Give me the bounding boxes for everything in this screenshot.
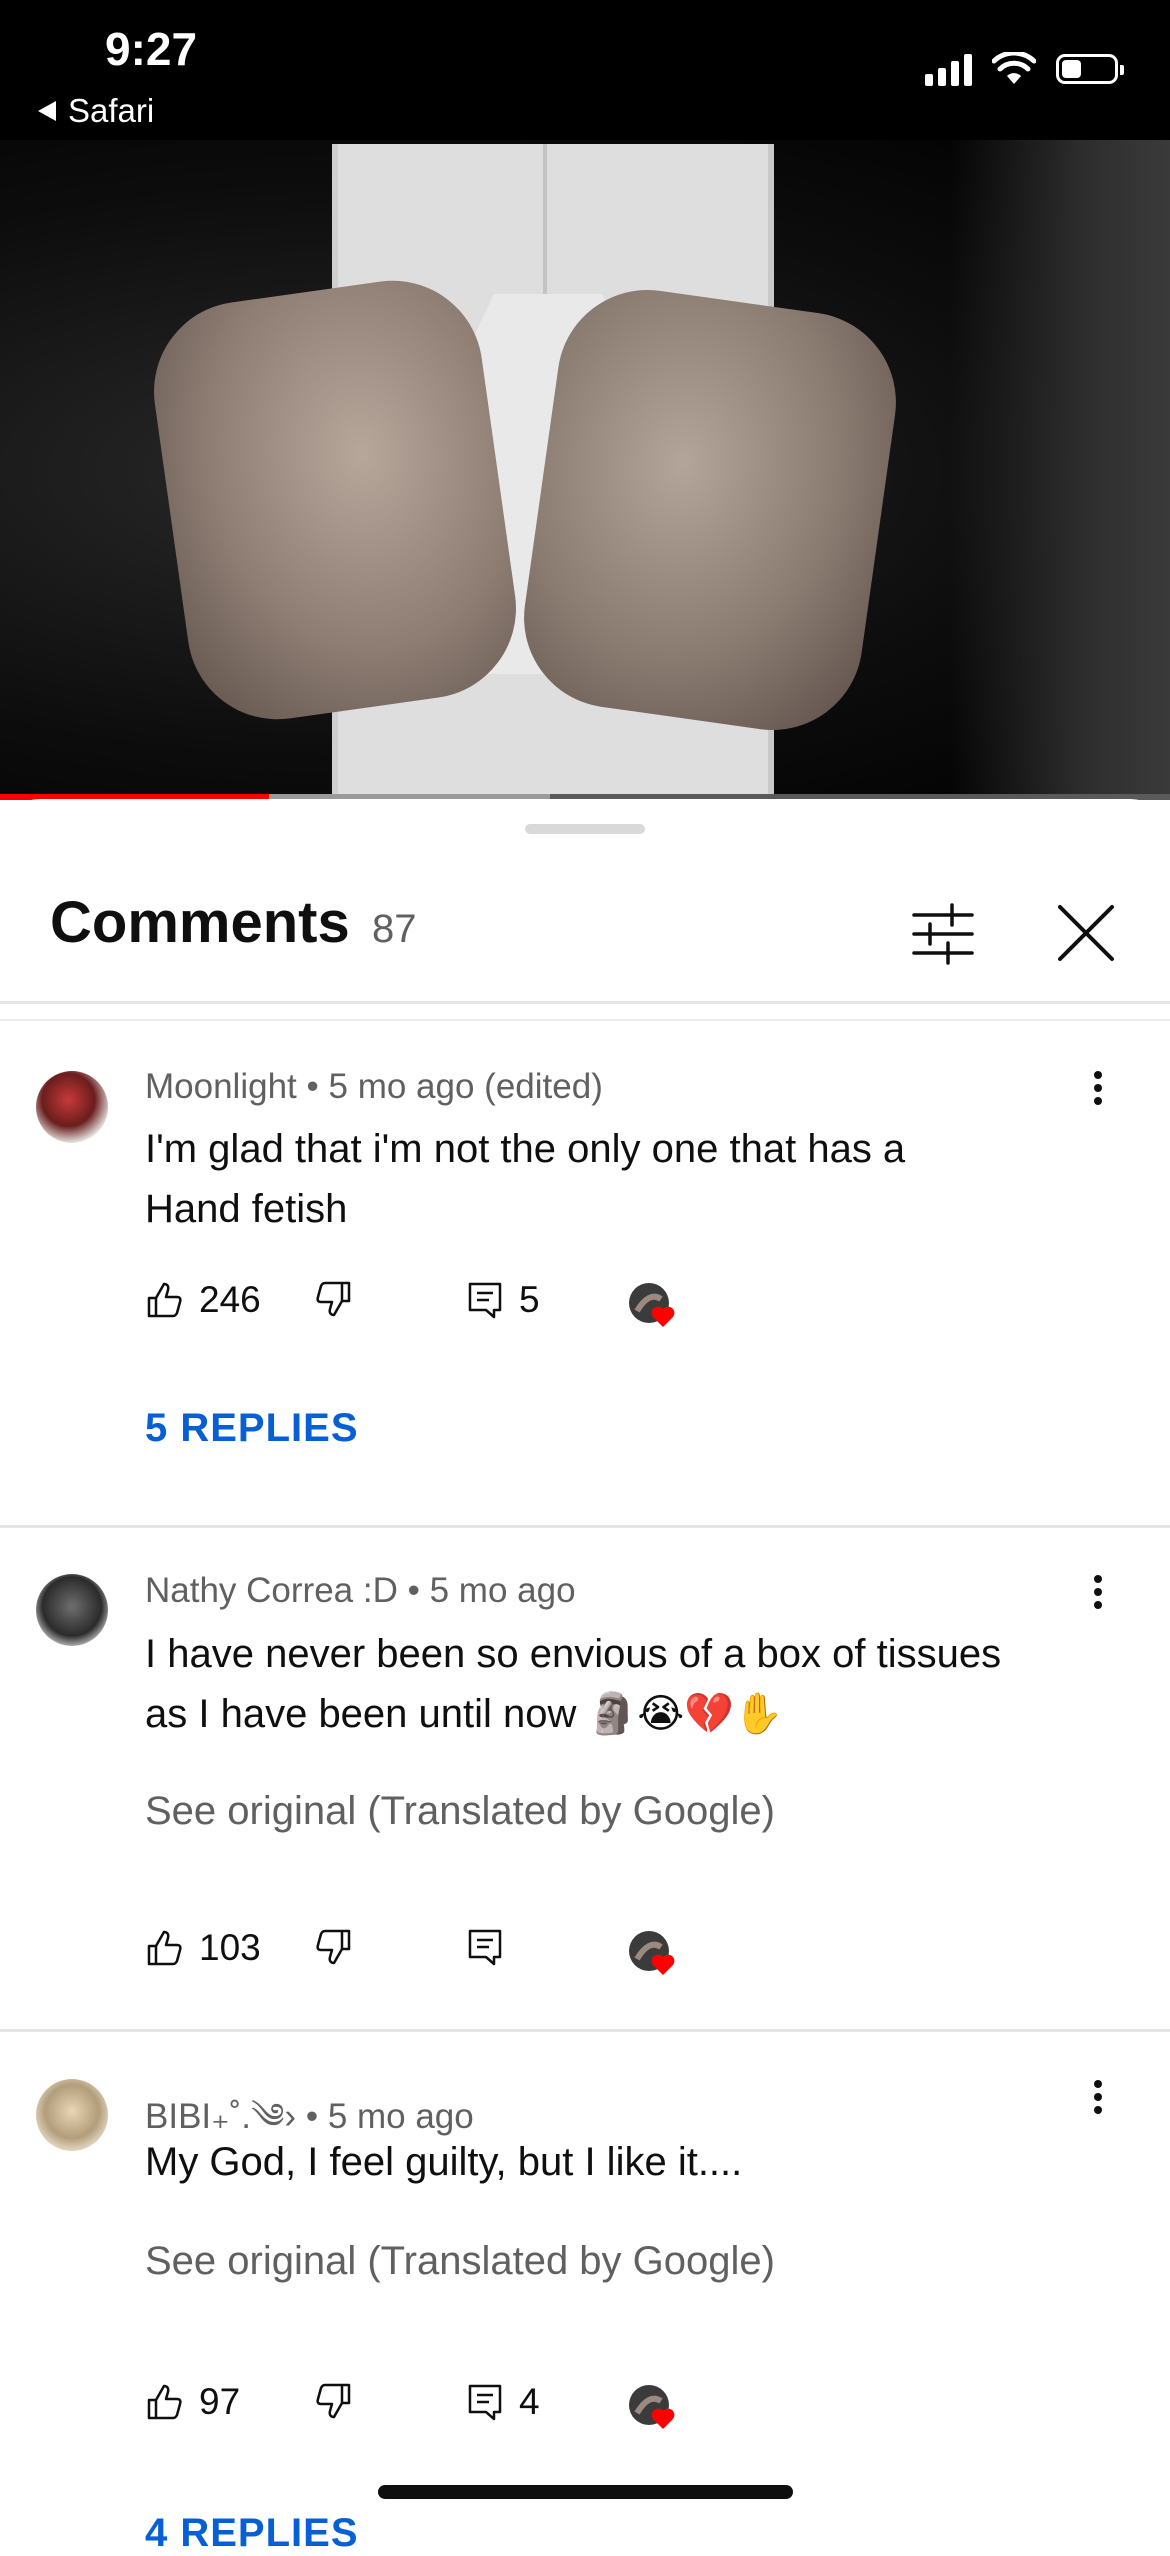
- reply-button[interactable]: 4: [465, 2381, 540, 2423]
- comment-text-line: I'm glad that i'm not the only one that …: [145, 1127, 906, 1171]
- view-replies-button[interactable]: 4 REPLIES: [145, 2511, 359, 2556]
- heart-icon: [629, 1283, 675, 1327]
- close-icon: [1058, 905, 1114, 961]
- comment-icon: [468, 2384, 502, 2421]
- like-count: 103: [199, 1927, 261, 1968]
- video-area: 9:27 Safari: [0, 0, 1170, 800]
- header-divider-secondary: [0, 1019, 1170, 1021]
- comment-text-line: I have never been so envious of a box of…: [145, 1632, 1002, 1676]
- reply-count: 5: [519, 1279, 540, 1320]
- filter-sliders-icon: [912, 903, 974, 965]
- reply-button[interactable]: [465, 1927, 505, 1967]
- comment-text: I'm glad that i'm not the only one that …: [145, 1119, 1105, 1239]
- thumb-up-icon: [147, 2384, 182, 2420]
- close-button[interactable]: [1050, 897, 1122, 969]
- header-divider: [0, 1001, 1170, 1004]
- comment-text: My God, I feel guilty, but I like it....: [145, 2132, 1105, 2192]
- comment-author[interactable]: Nathy Correa :D: [145, 1571, 398, 1610]
- sheet-grabber[interactable]: [525, 824, 645, 834]
- more-vert-dot: [1094, 1084, 1102, 1092]
- like-button[interactable]: 97: [145, 2381, 240, 2423]
- thumb-down-icon: [316, 1929, 351, 1965]
- thumb-up-icon: [147, 1930, 182, 1966]
- status-time: 9:27: [105, 23, 198, 75]
- comment-author[interactable]: BIBI₊˚.༄›: [145, 2097, 296, 2136]
- heart-icon: [629, 1931, 675, 1975]
- comment-actions: 246 5: [145, 1279, 1045, 1339]
- comment-text-line: as I have been until now 🗿😭💔✋: [145, 1692, 784, 1736]
- sheet-header: Comments 87: [0, 879, 1170, 999]
- comment-edited: (edited): [484, 1067, 603, 1106]
- back-triangle-icon: [38, 101, 56, 121]
- dislike-button[interactable]: [313, 2381, 353, 2421]
- video-right-hand: [512, 278, 908, 742]
- more-options-button[interactable]: [1080, 2072, 1116, 2122]
- like-count: 246: [199, 1279, 261, 1320]
- comment-actions: 97 4: [145, 2381, 1045, 2441]
- home-indicator[interactable]: [378, 2485, 793, 2499]
- dislike-button[interactable]: [313, 1279, 353, 1319]
- reply-button[interactable]: 5: [465, 1279, 540, 1321]
- avatar[interactable]: [36, 1574, 108, 1646]
- avatar[interactable]: [36, 1071, 108, 1143]
- more-vert-dot: [1094, 1601, 1102, 1609]
- dislike-button[interactable]: [313, 1927, 353, 1967]
- more-vert-icon: [1094, 2080, 1102, 2088]
- meta-separator: •: [305, 2097, 319, 2136]
- more-options-button[interactable]: [1080, 1567, 1116, 1617]
- comments-count: 87: [372, 907, 417, 951]
- comment-time: 5 mo ago: [429, 1571, 576, 1610]
- battery-level: [1062, 60, 1082, 78]
- comment-time: 5 mo ago: [327, 2097, 474, 2136]
- comment-divider: [0, 1525, 1170, 1528]
- reply-count: 4: [519, 2381, 540, 2422]
- comments-sheet: Comments 87 Moonlight • 5 mo ago (edited…: [0, 799, 1170, 2555]
- back-app-label: Safari: [68, 92, 155, 129]
- comment-item: Moonlight • 5 mo ago (edited) I'm glad t…: [0, 1029, 1170, 1309]
- see-original-link[interactable]: See original (Translated by Google): [145, 1789, 775, 1834]
- more-vert-icon: [1094, 1575, 1102, 1583]
- back-to-safari[interactable]: Safari: [38, 92, 154, 130]
- comment-text-line: Hand fetish: [145, 1187, 348, 1231]
- video-left-hand: [142, 269, 528, 731]
- view-replies-button[interactable]: 5 REPLIES: [145, 1406, 359, 1451]
- video-background-shade: [950, 140, 1170, 800]
- comment-meta: Moonlight • 5 mo ago (edited): [145, 1067, 603, 1107]
- comment-meta: Nathy Correa :D • 5 mo ago: [145, 1571, 576, 1611]
- comment-time: 5 mo ago: [328, 1067, 475, 1106]
- thumb-up-icon: [147, 1282, 182, 1318]
- like-count: 97: [199, 2381, 241, 2422]
- avatar[interactable]: [36, 2079, 108, 2151]
- comment-icon: [468, 1282, 502, 1319]
- battery-icon: [1056, 54, 1124, 84]
- heart-icon: [629, 2385, 675, 2429]
- thumb-down-icon: [316, 1281, 351, 1317]
- comment-author[interactable]: Moonlight: [145, 1067, 297, 1106]
- comments-title: Comments: [50, 890, 350, 955]
- more-vert-dot: [1094, 2093, 1102, 2101]
- meta-separator: •: [407, 1571, 420, 1610]
- wifi-icon: [992, 52, 1036, 84]
- status-icons: [925, 52, 1124, 86]
- comment-text-line: My God, I feel guilty, but I like it....: [145, 2140, 743, 2184]
- comment-icon: [468, 1929, 502, 1966]
- more-vert-dot: [1094, 1588, 1102, 1596]
- more-options-button[interactable]: [1080, 1063, 1116, 1113]
- like-button[interactable]: 103: [145, 1927, 261, 1969]
- see-original-link[interactable]: See original (Translated by Google): [145, 2239, 775, 2284]
- comment-text: I have never been so envious of a box of…: [145, 1624, 1105, 1744]
- thumb-down-icon: [316, 2383, 351, 2419]
- meta-separator: •: [306, 1067, 319, 1106]
- filter-button[interactable]: [908, 899, 978, 969]
- signal-icon: [925, 52, 972, 86]
- like-button[interactable]: 246: [145, 1279, 261, 1321]
- more-vert-dot: [1094, 2106, 1102, 2114]
- more-vert-icon: [1094, 1071, 1102, 1079]
- comment-actions: 103: [145, 1927, 1045, 1987]
- more-vert-dot: [1094, 1097, 1102, 1105]
- comment-divider: [0, 2029, 1170, 2032]
